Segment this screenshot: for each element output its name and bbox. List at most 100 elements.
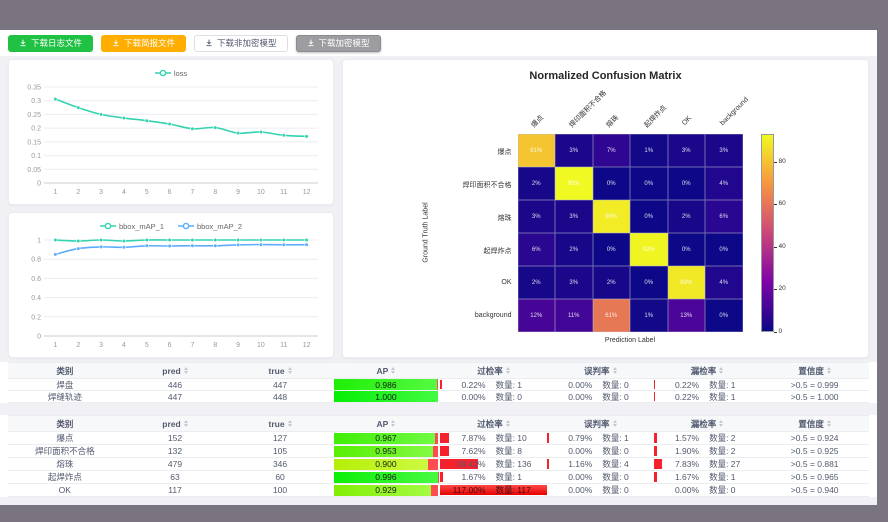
cell-class: 焊盘 (8, 379, 122, 390)
sort-carets-icon[interactable] (288, 420, 292, 427)
sort-desc-icon (827, 424, 831, 427)
data-point (77, 106, 81, 110)
download-icon (112, 39, 120, 47)
cell-overdetect-percent: 0.00% (448, 392, 486, 402)
matrix-col-label-熔珠: 熔珠 (604, 113, 621, 130)
cell-miss-percent: 1.57% (661, 433, 699, 443)
data-point (168, 238, 172, 242)
charts-column: loss00.050.10.150.20.250.30.351234567891… (8, 59, 334, 358)
legend-item-loss[interactable]: loss (155, 69, 187, 78)
matrix-cell-焊印面积不合格-爆点: 2% (518, 167, 556, 200)
column-header-过检率[interactable]: 过检率 (440, 363, 547, 378)
column-header-置信度[interactable]: 置信度 (760, 416, 868, 431)
column-header-漏检率[interactable]: 漏检率 (654, 363, 761, 378)
cell-ap: 1.000 (332, 391, 440, 402)
sort-carets-icon[interactable] (391, 420, 395, 427)
column-header-pred[interactable]: pred (122, 416, 229, 431)
download-encrypted-model-button[interactable]: 下载加密模型 (296, 35, 381, 52)
matrix-cell-起焊炸点-爆点: 6% (518, 233, 556, 266)
data-point (282, 134, 286, 138)
download-icon (205, 39, 213, 47)
cell-misjudge-text: 0.00%数量: 0 (554, 484, 646, 496)
sort-carets-icon[interactable] (827, 420, 831, 427)
data-point (54, 253, 58, 257)
legend-item-bbox_mAP_1[interactable]: bbox_mAP_1 (100, 222, 164, 231)
sort-carets-icon[interactable] (506, 367, 510, 374)
download-unencrypted-model-button[interactable]: 下载非加密模型 (194, 35, 288, 52)
cell-miss: 7.83%数量: 27 (654, 458, 761, 470)
sort-carets-icon[interactable] (613, 367, 617, 374)
cell-miss-count: 数量: 1 (709, 471, 753, 483)
cell-confidence: >0.5 = 0.881 (760, 458, 868, 470)
cell-true: 100 (228, 484, 331, 496)
matrix-cell-熔珠-OK: 2% (668, 200, 706, 233)
cell-misjudge: 0.00%数量: 0 (547, 471, 654, 483)
cell-true: 60 (228, 471, 331, 483)
column-header-label: AP (377, 419, 389, 429)
sort-carets-icon[interactable] (827, 367, 831, 374)
sort-carets-icon[interactable] (506, 420, 510, 427)
column-header-漏检率[interactable]: 漏检率 (654, 416, 761, 431)
cell-miss-count: 数量: 2 (709, 445, 753, 457)
table-row-OK: OK1171000.929117.00%数量: 1170.00%数量: 00.0… (8, 484, 869, 497)
matrix-row-label-熔珠: 熔珠 (416, 213, 512, 223)
cell-miss-percent: 0.00% (661, 485, 699, 495)
matrix-col-label-爆点: 爆点 (529, 113, 546, 130)
column-header-true[interactable]: true (228, 416, 331, 431)
sort-carets-icon[interactable] (613, 420, 617, 427)
column-header-误判率[interactable]: 误判率 (547, 363, 654, 378)
column-header-误判率[interactable]: 误判率 (547, 416, 654, 431)
cell-ap: 0.986 (332, 379, 440, 390)
x-tick-label: 8 (213, 342, 217, 349)
cell-pred: 152 (122, 432, 229, 444)
column-header-true[interactable]: true (228, 363, 331, 378)
column-header-AP[interactable]: AP (332, 363, 440, 378)
matrix-cell-爆点-background: 3% (705, 134, 743, 167)
cell-ap: 0.967 (332, 432, 440, 444)
cell-misjudge-percent: 0.00% (554, 380, 592, 390)
x-tick-label: 4 (122, 342, 126, 349)
cell-miss-text: 0.22%数量: 1 (661, 391, 753, 402)
download-unencrypted-model-label: 下载非加密模型 (217, 37, 277, 49)
matrix-cell-起焊炸点-background: 0% (705, 233, 743, 266)
download-log-button[interactable]: 下载日志文件 (8, 35, 93, 52)
data-point (236, 238, 240, 242)
sort-carets-icon[interactable] (391, 367, 395, 374)
sort-carets-icon[interactable] (184, 367, 188, 374)
matrix-col-label-焊印面积不合格: 焊印面积不合格 (567, 88, 609, 130)
sort-asc-icon (288, 367, 292, 370)
cell-misjudge: 0.00%数量: 0 (547, 391, 654, 402)
column-header-置信度[interactable]: 置信度 (760, 363, 868, 378)
cell-miss: 0.22%数量: 1 (654, 391, 761, 402)
cell-miss-percent: 1.67% (661, 472, 699, 482)
colorbar-tick-mark (774, 332, 777, 333)
cell-overdetect: 0.22%数量: 1 (440, 379, 547, 390)
matrix-row-label-起焊炸点: 起焊炸点 (416, 246, 512, 256)
column-header-AP[interactable]: AP (332, 416, 440, 431)
cell-class: 焊印面积不合格 (8, 445, 122, 457)
data-point (168, 122, 172, 126)
cell-miss-bar (654, 472, 657, 482)
sort-asc-icon (391, 367, 395, 370)
data-point (282, 243, 286, 247)
matrix-cell-熔珠-background: 6% (705, 200, 743, 233)
sort-carets-icon[interactable] (184, 420, 188, 427)
cell-misjudge-count: 数量: 1 (602, 432, 646, 444)
column-header-pred[interactable]: pred (122, 363, 229, 378)
cell-miss-text: 1.57%数量: 2 (661, 432, 753, 444)
download-report-button[interactable]: 下载简报文件 (101, 35, 186, 52)
cell-miss-count: 数量: 0 (709, 484, 753, 496)
sort-carets-icon[interactable] (288, 367, 292, 374)
cell-misjudge-count: 数量: 0 (602, 484, 646, 496)
column-header-过检率[interactable]: 过检率 (440, 416, 547, 431)
sort-asc-icon (288, 420, 292, 423)
x-tick-label: 5 (145, 342, 149, 349)
cell-miss-text: 1.90%数量: 2 (661, 445, 753, 457)
cell-misjudge-count: 数量: 0 (602, 471, 646, 483)
cell-overdetect-percent: 1.67% (448, 472, 486, 482)
legend-item-bbox_mAP_2[interactable]: bbox_mAP_2 (178, 222, 242, 231)
sort-desc-icon (719, 371, 723, 374)
sort-carets-icon[interactable] (719, 367, 723, 374)
cell-miss-text: 0.22%数量: 1 (661, 379, 753, 390)
sort-carets-icon[interactable] (719, 420, 723, 427)
